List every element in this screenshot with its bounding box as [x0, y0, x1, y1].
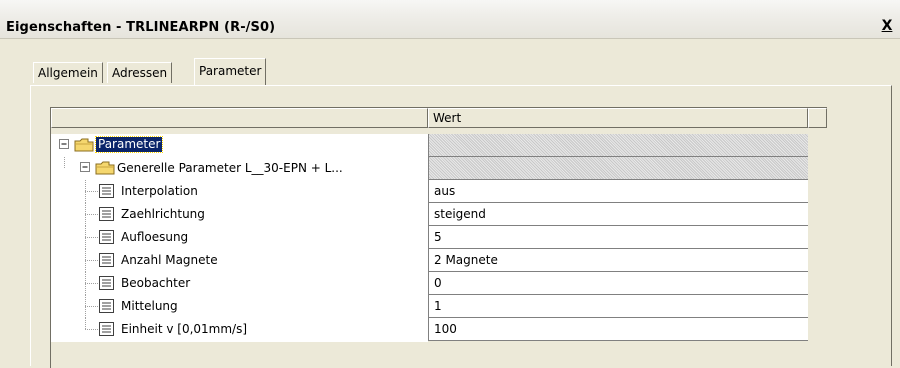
tree-connector-icon	[85, 180, 98, 203]
row-name-cell: Interpolation	[51, 180, 428, 204]
row-name-cell: Zaehlrichtung	[51, 203, 428, 227]
parameter-icon	[99, 230, 114, 244]
tree-row-einheit-v[interactable]: Einheit v [0,01mm/s] 100	[51, 318, 827, 342]
collapse-icon[interactable]	[80, 162, 91, 173]
tree-row-interpolation[interactable]: Interpolation aus	[51, 180, 827, 204]
tab-parameter[interactable]: Parameter	[194, 58, 267, 85]
folder-icon	[95, 161, 115, 175]
tree-connector-icon	[85, 226, 98, 249]
row-name-cell: Beobachter	[51, 272, 428, 296]
row-name-cell: Parameter	[51, 134, 428, 158]
row-name-cell: Einheit v [0,01mm/s]	[51, 318, 428, 342]
tree-label: Interpolation	[121, 184, 198, 198]
collapse-icon[interactable]	[59, 139, 70, 150]
row-value-cell[interactable]: aus	[428, 180, 808, 203]
row-value-cell[interactable]: 5	[428, 226, 808, 249]
row-value-cell[interactable]: 1	[428, 295, 808, 318]
tree-row-anzahl-magnete[interactable]: Anzahl Magnete 2 Magnete	[51, 249, 827, 273]
column-header-name[interactable]	[51, 108, 428, 128]
tree-label: Zaehlrichtung	[121, 207, 205, 221]
parameter-icon	[99, 184, 114, 198]
tree-row-beobachter[interactable]: Beobachter 0	[51, 272, 827, 296]
row-value-cell[interactable]: 100	[428, 318, 808, 341]
title-bar: Eigenschaften - TRLINEARPN (R-/S0) X	[0, 0, 900, 39]
tree-label: Aufloesung	[121, 230, 189, 244]
tree-row-zaehlrichtung[interactable]: Zaehlrichtung steigend	[51, 203, 827, 227]
parameter-icon	[99, 253, 114, 267]
tree-label: Mittelung	[121, 299, 178, 313]
tree-row-parameter[interactable]: Parameter	[51, 134, 827, 158]
row-name-cell: Generelle Parameter L__30-EPN + L...	[51, 157, 428, 181]
row-value-cell[interactable]: 2 Magnete	[428, 249, 808, 272]
row-name-cell: Anzahl Magnete	[51, 249, 428, 273]
parameter-icon	[99, 207, 114, 221]
tree-label: Beobachter	[121, 276, 191, 290]
tree-connector-icon	[85, 249, 98, 272]
tree-connector-icon	[85, 295, 98, 318]
close-button[interactable]: X	[880, 18, 894, 34]
tab-adressen[interactable]: Adressen	[107, 62, 173, 83]
grid-header: Wert	[51, 108, 827, 128]
tree-label: Anzahl Magnete	[121, 253, 218, 267]
row-value-cell[interactable]: 0	[428, 272, 808, 295]
parameter-icon	[99, 322, 114, 336]
tree-connector-icon	[85, 203, 98, 226]
parameter-icon	[99, 299, 114, 313]
tab-allgemein[interactable]: Allgemein	[33, 62, 103, 83]
parameter-grid: Wert Parameter Generelle Parameter L__30…	[50, 107, 827, 368]
row-name-cell: Mittelung	[51, 295, 428, 319]
tree-row-generelle-parameter[interactable]: Generelle Parameter L__30-EPN + L...	[51, 157, 827, 181]
tree-connector-icon	[85, 272, 98, 295]
tree-label: Einheit v [0,01mm/s]	[121, 322, 248, 336]
column-header-filler	[808, 108, 827, 128]
window-title: Eigenschaften - TRLINEARPN (R-/S0)	[6, 20, 276, 35]
column-header-value[interactable]: Wert	[428, 108, 808, 128]
tree-row-aufloesung[interactable]: Aufloesung 5	[51, 226, 827, 250]
row-value-cell[interactable]: steigend	[428, 203, 808, 226]
tree-label: Generelle Parameter L__30-EPN + L...	[117, 161, 343, 175]
row-value-cell	[428, 157, 808, 180]
tree-connector-icon	[85, 318, 98, 330]
folder-icon	[74, 138, 94, 152]
tree-label: Parameter	[94, 136, 164, 153]
row-value-cell	[428, 134, 808, 157]
tree-row-mittelung[interactable]: Mittelung 1	[51, 295, 827, 319]
parameter-icon	[99, 276, 114, 290]
row-name-cell: Aufloesung	[51, 226, 428, 250]
